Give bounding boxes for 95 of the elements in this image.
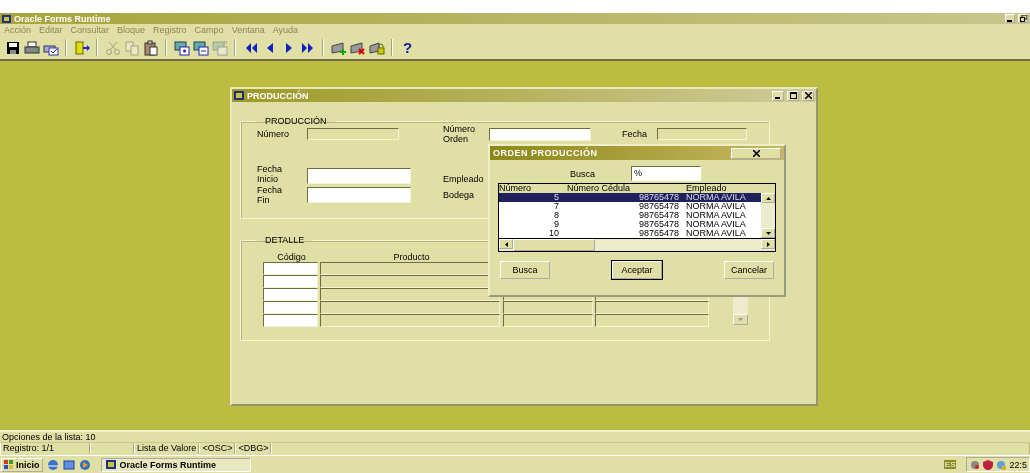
status-field: <OSC> — [199, 443, 236, 454]
input-field[interactable] — [503, 314, 593, 327]
record-indicator: Registro: 1/1 — [0, 443, 90, 454]
close-button[interactable] — [802, 90, 814, 101]
status-field: Lista de Valore — [134, 443, 200, 454]
cancel-query-icon — [211, 39, 228, 56]
list-row[interactable]: 8 98765478 NORMA AVILA — [499, 211, 761, 220]
field-label: Número Orden — [443, 124, 476, 144]
help-button[interactable]: ? — [398, 38, 417, 57]
scroll-down-icon — [765, 231, 771, 235]
forms-icon — [234, 91, 244, 100]
section-title: PRODUCCIÓN — [264, 116, 328, 126]
list-row[interactable]: 9 98765478 NORMA AVILA — [499, 220, 761, 229]
vertical-scrollbar[interactable] — [761, 193, 775, 238]
input-field[interactable] — [595, 314, 709, 327]
input-field[interactable] — [595, 301, 709, 314]
input-field[interactable] — [263, 288, 318, 301]
input-field[interactable] — [320, 301, 500, 314]
exit-door-button[interactable] — [72, 38, 91, 57]
input-field[interactable] — [263, 314, 318, 327]
field-label: Empleado — [443, 174, 485, 184]
list-row[interactable]: 10 98765478 NORMA AVILA — [499, 229, 761, 238]
save-icon — [4, 39, 21, 56]
input-field[interactable] — [263, 301, 318, 314]
scroll-right-icon — [766, 241, 770, 247]
taskbar-button[interactable]: Oracle Forms Runtime — [100, 457, 251, 472]
cut-icon — [104, 39, 121, 56]
input-field[interactable] — [489, 127, 591, 141]
status-field: <DBG> — [235, 443, 272, 454]
forms-icon — [105, 460, 116, 469]
insert-record-icon — [330, 39, 347, 56]
print-icon — [23, 39, 40, 56]
horizontal-scrollbar[interactable] — [499, 238, 775, 251]
close-icon — [752, 149, 760, 157]
browser-icon[interactable] — [46, 458, 59, 471]
language-indicator[interactable]: ES — [943, 460, 957, 469]
minimize-button[interactable] — [1005, 14, 1015, 23]
shield-icon[interactable] — [983, 459, 994, 470]
desktop-icon[interactable] — [62, 458, 75, 471]
input-field[interactable] — [320, 288, 500, 301]
search-field[interactable]: % — [631, 166, 701, 181]
scroll-down-icon — [738, 318, 743, 321]
input-field[interactable] — [307, 168, 411, 184]
close-button[interactable] — [731, 147, 781, 159]
network-icon[interactable] — [970, 459, 981, 470]
copy-icon — [123, 39, 140, 56]
search-label: Busca — [570, 168, 595, 179]
window-title: Oracle Forms Runtime — [14, 13, 111, 24]
windows-logo-icon — [4, 460, 14, 469]
print-button[interactable] — [22, 38, 41, 57]
dialog-title: ORDEN PRODUCCIÓN — [493, 148, 598, 158]
column-header: Código — [276, 252, 307, 262]
minimize-button[interactable] — [772, 90, 784, 101]
clock: 22:5 — [1009, 459, 1027, 470]
field-label: Bodega — [443, 190, 476, 200]
media-player-icon[interactable] — [78, 458, 91, 471]
list-row[interactable]: 7 98765478 NORMA AVILA — [499, 202, 761, 211]
field-label: Fecha — [622, 129, 648, 139]
column-header: Empleado — [685, 184, 727, 193]
close-icon — [804, 92, 812, 99]
execute-query-button[interactable] — [191, 38, 210, 57]
field-label: Fecha Inicio — [257, 164, 283, 184]
delete-record-icon — [349, 39, 366, 56]
column-header: Producto — [392, 252, 431, 262]
paste-button[interactable] — [141, 38, 160, 57]
input-field[interactable] — [320, 314, 500, 327]
enter-query-button[interactable] — [172, 38, 191, 57]
input-field[interactable] — [263, 262, 318, 275]
dialog-button[interactable]: Aceptar — [612, 261, 662, 279]
execute-query-icon — [192, 39, 209, 56]
dialog-button[interactable]: Busca — [500, 261, 550, 279]
column-header: Número Cédula — [566, 184, 632, 193]
field-label: Fecha Fin — [257, 185, 283, 205]
section-title: DETALLE — [264, 235, 306, 245]
start-button[interactable]: Inicio — [1, 457, 43, 472]
forms-icon — [2, 14, 11, 23]
exit-door-icon — [73, 39, 90, 56]
restore-button[interactable] — [1018, 14, 1028, 23]
field-label: Número — [257, 129, 290, 139]
input-field[interactable] — [307, 187, 411, 203]
status-message: Opciones de la lista: 10 — [2, 432, 96, 442]
column-header: Número — [499, 184, 532, 193]
maximize-button[interactable] — [787, 90, 799, 101]
window-title: PRODUCCIÓN — [247, 90, 309, 101]
input-field[interactable] — [263, 275, 318, 288]
enter-query-icon — [173, 39, 190, 56]
restore-icon — [1019, 15, 1027, 22]
input-field[interactable] — [503, 301, 593, 314]
dialog-button[interactable]: Cancelar — [723, 261, 774, 279]
list-row[interactable]: 5 98765478 NORMA AVILA — [499, 193, 761, 202]
maximize-icon — [789, 92, 797, 99]
scroll-left-icon — [504, 241, 508, 247]
scroll-up-icon — [765, 196, 771, 200]
paste-icon — [142, 39, 159, 56]
lock-record-icon — [368, 39, 385, 56]
